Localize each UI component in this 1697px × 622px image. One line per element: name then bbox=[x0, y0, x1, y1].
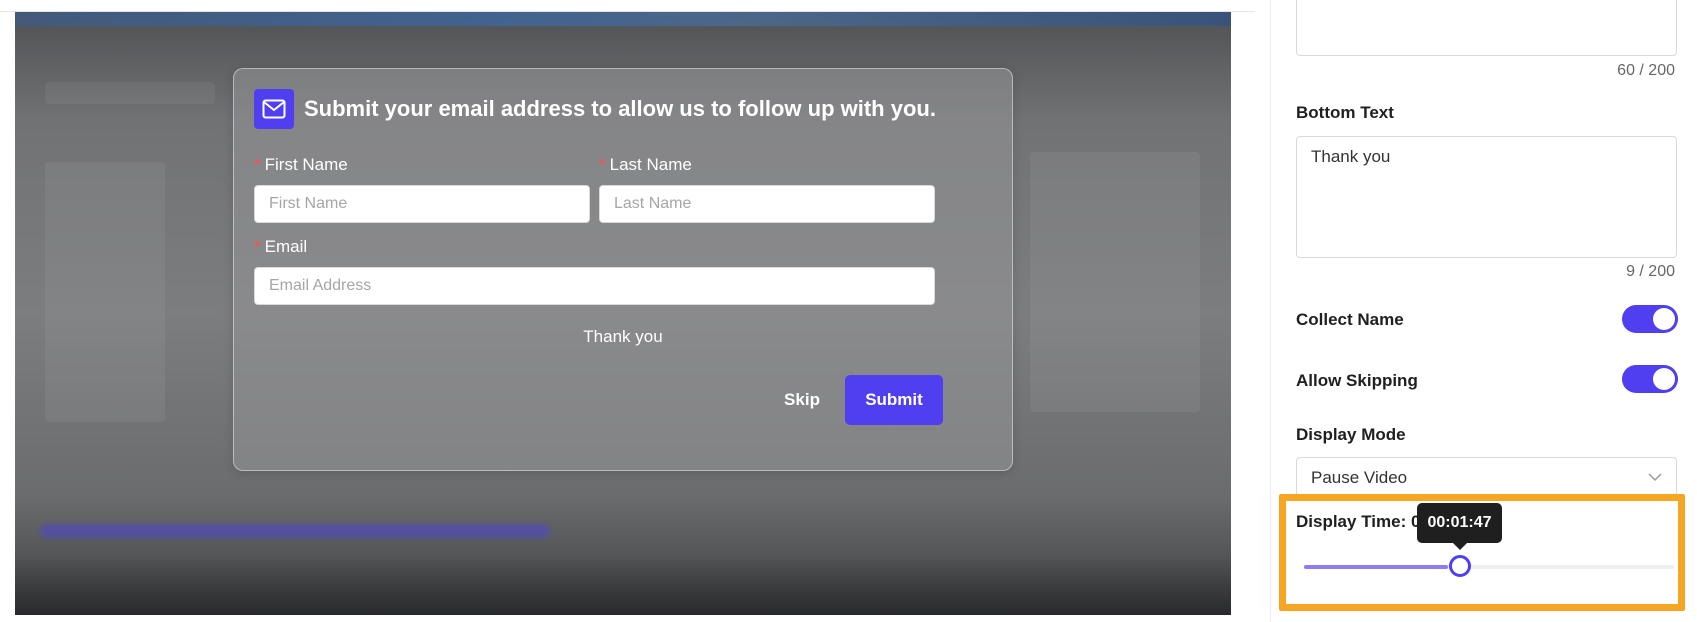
tooltip-arrow bbox=[1453, 543, 1467, 550]
bottom-text-textarea[interactable]: Thank you bbox=[1296, 136, 1677, 258]
skip-button[interactable]: Skip bbox=[772, 375, 832, 425]
toggle-knob bbox=[1653, 368, 1675, 390]
blurred-player-controls bbox=[15, 555, 1231, 615]
modal-title: Submit your email address to allow us to… bbox=[304, 96, 936, 121]
chevron-down-icon bbox=[1648, 469, 1662, 487]
video-preview[interactable]: Submit your email address to allow us to… bbox=[15, 12, 1231, 615]
display-time-label: Display Time: 0 bbox=[1296, 512, 1421, 531]
required-marker: * bbox=[254, 237, 261, 256]
display-time-slider[interactable] bbox=[1304, 565, 1674, 569]
bottom-text-counter: 9 / 200 bbox=[1626, 263, 1675, 280]
required-marker: * bbox=[599, 155, 606, 174]
toggle-knob bbox=[1653, 308, 1675, 330]
collect-name-label: Collect Name bbox=[1296, 310, 1404, 329]
display-time-tooltip: 00:01:47 bbox=[1417, 503, 1502, 543]
blurred-header bbox=[15, 12, 1231, 26]
collect-name-toggle[interactable] bbox=[1622, 305, 1678, 333]
allow-skipping-toggle[interactable] bbox=[1622, 365, 1678, 393]
display-mode-label: Display Mode bbox=[1296, 425, 1406, 444]
display-mode-select[interactable]: Pause Video bbox=[1296, 457, 1677, 499]
email-capture-modal: Submit your email address to allow us to… bbox=[233, 68, 1013, 471]
bottom-text-label: Bottom Text bbox=[1296, 103, 1394, 122]
required-marker: * bbox=[254, 155, 261, 174]
last-name-input[interactable] bbox=[599, 185, 935, 223]
first-name-label: * First Name bbox=[254, 155, 348, 174]
allow-skipping-label: Allow Skipping bbox=[1296, 371, 1418, 390]
top-text-textarea[interactable] bbox=[1296, 0, 1677, 56]
blurred-progress-bar bbox=[40, 524, 550, 538]
email-input[interactable] bbox=[254, 267, 935, 305]
panel-divider bbox=[1270, 0, 1271, 622]
slider-thumb[interactable] bbox=[1449, 555, 1471, 577]
slider-fill bbox=[1304, 565, 1449, 569]
last-name-label: * Last Name bbox=[599, 155, 692, 174]
top-text-counter: 60 / 200 bbox=[1617, 62, 1675, 79]
modal-header: Submit your email address to allow us to… bbox=[254, 89, 936, 129]
blurred-content bbox=[45, 162, 165, 422]
email-label: * Email bbox=[254, 237, 308, 256]
blurred-content bbox=[45, 82, 215, 104]
submit-button[interactable]: Submit bbox=[845, 375, 943, 425]
modal-bottom-text: Thank you bbox=[583, 327, 663, 346]
blurred-content bbox=[1030, 152, 1200, 412]
mail-icon bbox=[254, 89, 294, 129]
display-mode-value: Pause Video bbox=[1311, 468, 1408, 487]
first-name-input[interactable] bbox=[254, 185, 590, 223]
